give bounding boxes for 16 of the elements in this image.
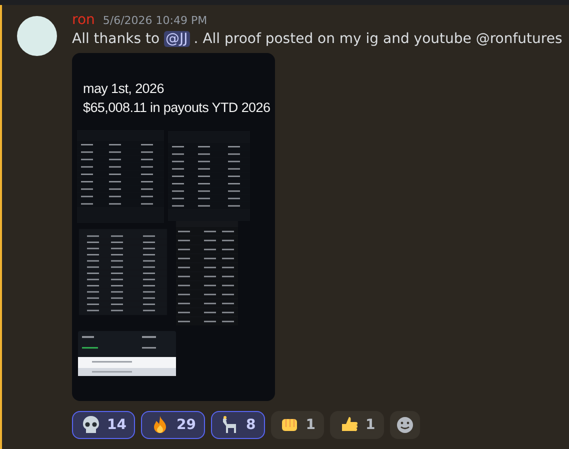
avatar[interactable] <box>17 16 57 56</box>
reaction-button[interactable]: 14 <box>72 411 136 439</box>
message-text: . All proof posted on my ig and youtube @ronfutures <box>194 31 562 47</box>
skull-icon <box>81 415 101 435</box>
smiley-icon <box>396 416 414 434</box>
image-caption: $65,008.11 in payouts YTD 2026 <box>82 99 272 117</box>
message-text: All thanks to <box>72 31 160 47</box>
reaction-button[interactable]: 1 <box>330 411 384 439</box>
reaction-button[interactable]: 29 <box>141 411 205 439</box>
image-attachment[interactable]: may 1st, 2026 $65,008.11 in payouts YTD 2026 <box>72 53 275 401</box>
user-mention[interactable]: @JJ <box>164 31 190 47</box>
reaction-button[interactable]: 8 <box>210 411 265 439</box>
reaction-button[interactable]: 1 <box>270 411 324 439</box>
add-reaction-button[interactable] <box>390 411 420 439</box>
timestamp: 5/6/2026 10:49 PM <box>102 14 208 27</box>
image-caption: may 1st, 2026 <box>82 80 165 98</box>
